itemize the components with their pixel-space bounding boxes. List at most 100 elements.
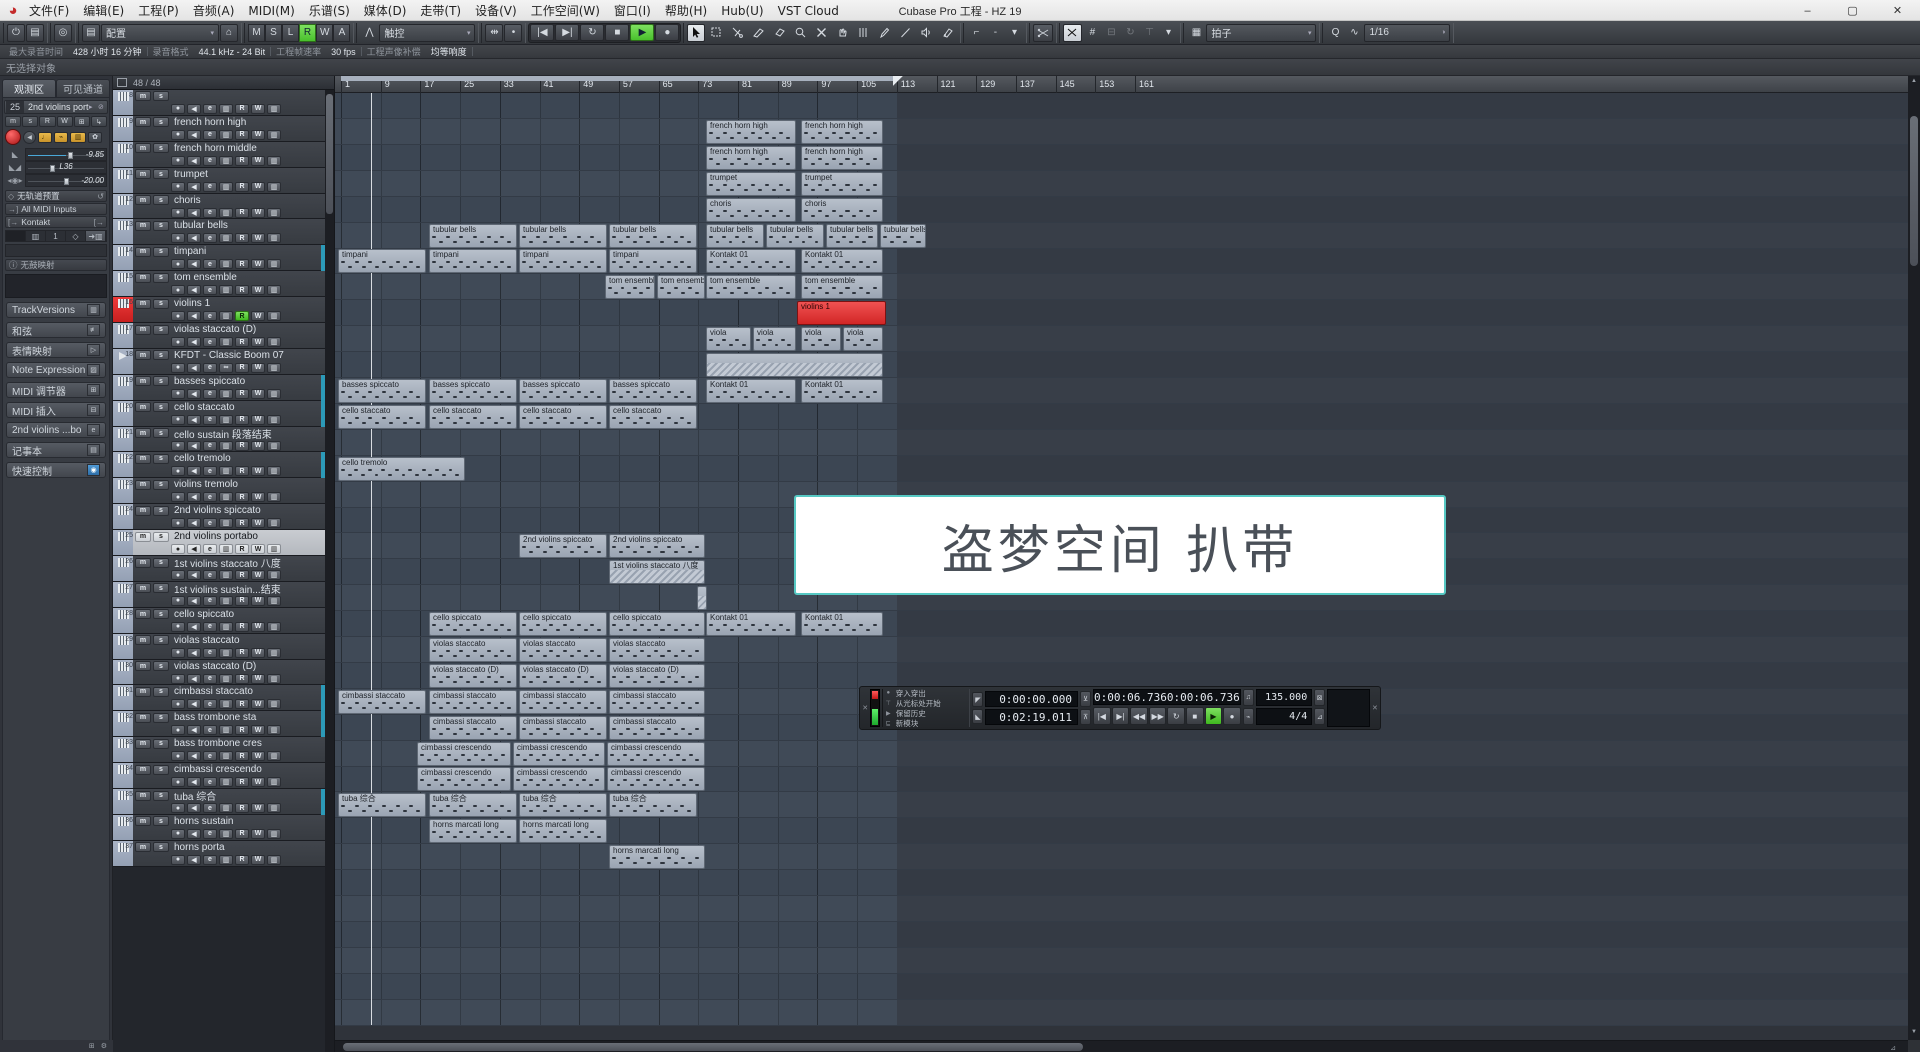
track-instrument-button[interactable]: ▥ <box>219 699 233 710</box>
track-solo-button[interactable]: s <box>153 531 169 542</box>
track-mute-button[interactable]: m <box>135 169 151 180</box>
track-read-button[interactable]: R <box>235 699 249 710</box>
track-record-button[interactable]: ● <box>171 725 185 736</box>
inspector-mute-button[interactable]: m <box>5 116 22 127</box>
midi-part[interactable]: basses spiccato <box>609 378 697 403</box>
track-monitor-button[interactable]: ◀ <box>187 673 201 684</box>
track-color-strip[interactable]: 25 <box>113 530 133 556</box>
minimize-button[interactable]: – <box>1785 0 1830 21</box>
track-row[interactable]: 14 m s timpani ● ◀ e ▥ R W ▥ <box>113 245 334 272</box>
menu-media[interactable]: 媒体(D) <box>357 0 414 21</box>
vertical-scrollbar[interactable]: ▲ ▼ <box>1908 76 1920 1040</box>
track-row[interactable]: 24 m s 2nd violins spiccato ● ◀ e ▥ R W ▥ <box>113 504 334 531</box>
track-write-button[interactable]: W <box>251 155 265 166</box>
midi-part[interactable]: 2nd violins spiccato <box>519 534 607 559</box>
grid-type-selector[interactable]: 拍子 ▾ <box>1206 23 1317 42</box>
track-row[interactable]: 28 m s cello spiccato ● ◀ e ▥ R W ▥ <box>113 607 334 634</box>
midi-part[interactable]: cimbassi crescendo <box>513 767 605 792</box>
track-lanes-button[interactable]: ▥ <box>267 621 281 632</box>
track-name[interactable]: violas staccato (D) <box>171 661 332 672</box>
track-write-button[interactable]: W <box>251 647 265 658</box>
track-read-button[interactable]: R <box>235 103 249 114</box>
ruler-bar-label[interactable]: 153 <box>1095 76 1114 93</box>
track-write-button[interactable]: W <box>251 492 265 503</box>
write-automation-button[interactable]: W <box>316 23 334 42</box>
track-instrument-button[interactable]: ▥ <box>219 259 233 270</box>
track-name[interactable]: violins tremolo <box>171 479 332 490</box>
track-write-button[interactable]: W <box>251 777 265 788</box>
tab-inspector[interactable]: 观测区 <box>2 79 56 97</box>
midi-part[interactable]: tuba 综合 <box>519 793 607 818</box>
track-read-button[interactable]: R <box>235 854 249 865</box>
track-mute-button[interactable]: m <box>135 324 151 335</box>
track-record-button[interactable]: ● <box>171 803 185 814</box>
inspector-section-channel[interactable]: 2nd violins ...bo e <box>6 422 106 438</box>
menu-workspace[interactable]: 工作空间(W) <box>524 0 607 21</box>
track-edit-button[interactable]: e <box>203 518 217 529</box>
track-read-button[interactable]: R <box>235 414 249 425</box>
track-solo-button[interactable]: s <box>153 272 169 283</box>
track-solo-button[interactable]: s <box>153 842 169 853</box>
track-read-button[interactable]: R <box>235 828 249 839</box>
track-mute-button[interactable]: m <box>135 195 151 206</box>
track-lanes-button[interactable]: ▥ <box>267 699 281 710</box>
track-row[interactable]: 16 m s violins 1 ● ◀ e ▥ R W ▥ <box>113 297 334 324</box>
track-monitor-button[interactable]: ◀ <box>187 129 201 140</box>
midi-part[interactable]: cello staccato <box>429 404 517 429</box>
midi-part[interactable]: tubular bells <box>519 223 607 248</box>
solo-button[interactable]: S <box>265 23 282 42</box>
track-name[interactable]: cello tremolo <box>171 453 332 464</box>
track-solo-button[interactable]: s <box>153 764 169 775</box>
transport-goto-end-button[interactable]: ▶| <box>1111 707 1130 725</box>
midi-part[interactable]: cimbassi staccato <box>609 689 705 714</box>
tempo-icon[interactable]: ♫ <box>1242 689 1254 706</box>
scrollbar-thumb[interactable] <box>326 94 333 214</box>
track-write-button[interactable]: W <box>251 103 265 114</box>
track-color-strip[interactable]: 8 <box>113 90 133 115</box>
track-write-button[interactable]: W <box>251 337 265 348</box>
track-name[interactable]: cello sustain 段落结束 <box>171 426 332 441</box>
mode-keep-history-row[interactable]: ▶ 保留历史 <box>885 709 970 718</box>
track-row[interactable]: 32 m s bass trombone sta ● ◀ e ▥ R W ▥ <box>113 711 334 738</box>
track-read-button[interactable]: R <box>235 492 249 503</box>
zoom-icon[interactable] <box>791 24 810 42</box>
expression-map-icon[interactable]: ▷ <box>87 344 100 356</box>
track-edit-button[interactable]: e <box>203 155 217 166</box>
inspector-section-midi-inserts[interactable]: MIDI 插入 ⊟ <box>6 402 106 418</box>
track-read-button[interactable]: R <box>235 803 249 814</box>
midi-part[interactable]: cimbassi crescendo <box>607 767 705 792</box>
track-mute-button[interactable]: m <box>135 505 151 516</box>
channel-edit-icon[interactable]: e <box>87 424 100 436</box>
track-monitor-button[interactable]: ◀ <box>187 828 201 839</box>
midi-part[interactable]: cimbassi staccato <box>609 715 705 740</box>
track-mute-button[interactable]: m <box>135 376 151 387</box>
inspector-section-expression-map[interactable]: 表情映射 ▷ <box>6 342 106 358</box>
midi-part[interactable] <box>697 586 707 611</box>
track-color-strip[interactable]: 15 <box>113 271 133 297</box>
track-monitor-button[interactable]: ◀ <box>187 777 201 788</box>
track-monitor-button[interactable]: ◀ <box>187 440 201 451</box>
track-row[interactable]: 33 m s bass trombone cres ● ◀ e ▥ R W ▥ <box>113 737 334 764</box>
track-row[interactable]: 13 m s tubular bells ● ◀ e ▥ R W ▥ <box>113 219 334 246</box>
track-edit-button[interactable]: e <box>203 751 217 762</box>
track-read-button[interactable]: R <box>235 259 249 270</box>
mode-new-block-row[interactable]: ⊑ 新模块 <box>885 719 970 728</box>
notepad-icon[interactable]: ▤ <box>87 444 100 456</box>
track-solo-button[interactable]: s <box>153 816 169 827</box>
track-write-button[interactable]: W <box>251 725 265 736</box>
mute-x-icon[interactable] <box>812 24 831 42</box>
track-edit-button[interactable]: e <box>203 311 217 322</box>
track-instrument-button[interactable]: ▥ <box>219 414 233 425</box>
track-edit-button[interactable]: e <box>203 440 217 451</box>
track-row[interactable]: 8 m s ● ◀ e ▥ R W ▥ <box>113 90 334 116</box>
track-instrument-button[interactable]: ∞ <box>219 362 233 373</box>
scissors-icon[interactable] <box>728 24 747 42</box>
track-record-button[interactable]: ● <box>171 466 185 477</box>
track-solo-button[interactable]: s <box>153 246 169 257</box>
inspector-section-chords[interactable]: 和弦 ≢ <box>6 322 106 338</box>
track-solo-button[interactable]: s <box>153 790 169 801</box>
transport-rewind-button[interactable]: ◀◀ <box>1130 707 1148 725</box>
inspector-lock-icon[interactable]: ⌁ <box>54 131 68 143</box>
track-lanes-button[interactable]: ▥ <box>267 777 281 788</box>
record-button[interactable]: ● <box>655 24 680 41</box>
